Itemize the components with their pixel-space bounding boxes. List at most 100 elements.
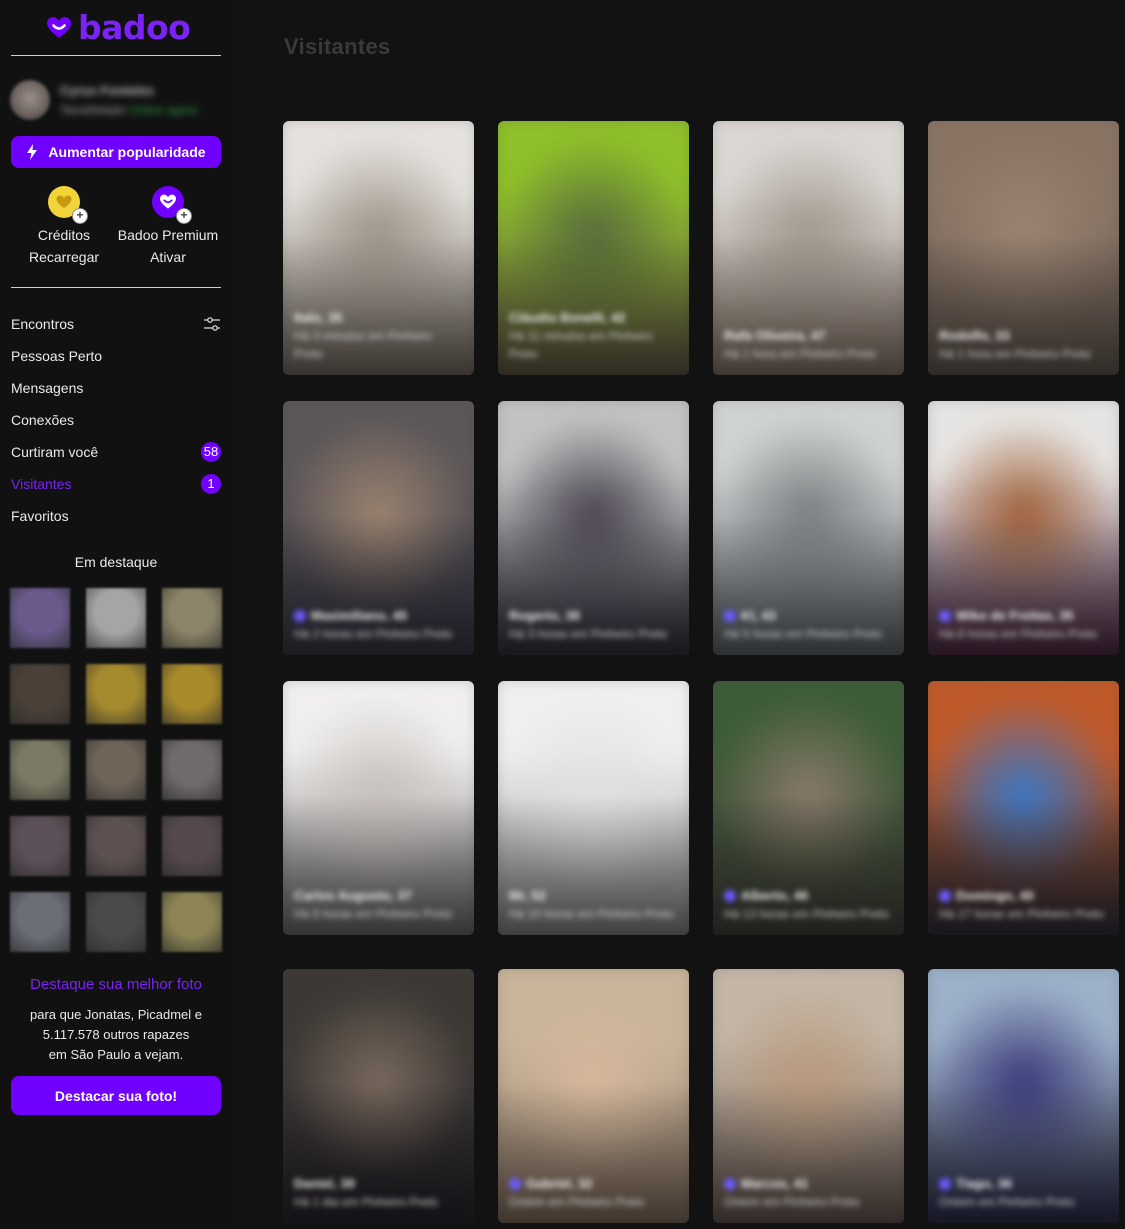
visitor-card[interactable]: Wiko de Freitas, 35 Há 6 horas em Pinheir… (928, 401, 1119, 655)
visitor-info: Wiko de Freitas, 35 Há 6 horas em Pinheir… (939, 608, 1109, 643)
badoo-heart-logo-icon (47, 17, 71, 38)
nav-item-pessoas-perto[interactable]: Pessoas Perto (11, 340, 221, 372)
nav-label: Mensagens (11, 380, 84, 396)
visitor-card[interactable]: Italo, 35 Há 3 minutos em Pinheiro Preto (283, 121, 474, 375)
featured-thumbnail[interactable] (162, 816, 222, 876)
visitor-card[interactable]: Domingo, 40 Há 17 horas em Pinheiro Preto (928, 681, 1119, 935)
visitor-card[interactable]: Rodolfo, 33 Há 1 hora em Pinheiro Preto (928, 121, 1119, 375)
avatar[interactable] (10, 80, 50, 120)
visitor-name-text: Daniel, 39 (294, 1176, 355, 1191)
profile-name: Cyrus Fonteles (60, 83, 154, 98)
visitor-card[interactable]: Maximiliano, 45 Há 2 horas em Pinheiro Pr… (283, 401, 474, 655)
visitor-card[interactable]: Gabriel, 32 Ontem em Pinheiro Preto (498, 969, 689, 1223)
visitor-name-text: Marcos, 41 (741, 1176, 809, 1191)
verified-icon (939, 1177, 951, 1190)
visitor-info: Marcos, 41 Ontem em Pinheiro Preto (724, 1176, 894, 1211)
highlight-photo-link[interactable]: Destaque sua melhor foto (0, 976, 232, 993)
visitor-name: Italo, 35 (294, 310, 464, 325)
verified-icon (724, 889, 736, 902)
premium-action[interactable]: Ativar (113, 246, 223, 268)
badoo-logo[interactable]: badoo (46, 10, 191, 46)
visitors-grid: Italo, 35 Há 3 minutos em Pinheiro Preto C… (283, 121, 1119, 1229)
visitor-card[interactable]: Carlos Augusto, 37 Há 8 horas em Pinheiro… (283, 681, 474, 935)
credits-feature[interactable]: + Créditos Recarregar (9, 186, 119, 268)
visitor-info: Alberto, 46 Há 13 horas em Pinheiro Preto (724, 888, 894, 923)
nav-item-favoritos[interactable]: Favoritos (11, 500, 221, 532)
visitor-info: Tiago, 36 Ontem em Pinheiro Preto (939, 1176, 1109, 1211)
premium-feature[interactable]: + Badoo Premium Ativar (113, 186, 223, 268)
featured-thumbnail[interactable] (10, 816, 70, 876)
visitor-info: Mr, 52 Há 10 horas em Pinheiro Preto (509, 888, 679, 923)
visitor-distance: Há 1 hora em Pinheiro Preto (724, 347, 877, 361)
nav-item-mensagens[interactable]: Mensagens (11, 372, 221, 404)
visitor-card[interactable]: Rafa Oliveira, 47 Há 1 hora em Pinheiro P… (713, 121, 904, 375)
add-icon: + (176, 208, 192, 224)
visitor-info: Italo, 35 Há 3 minutos em Pinheiro Preto (294, 310, 464, 363)
visitor-name-text: Gabriel, 32 (526, 1176, 593, 1191)
visitor-card[interactable]: Alberto, 46 Há 13 horas em Pinheiro Preto (713, 681, 904, 935)
visitor-info: Gabriel, 32 Ontem em Pinheiro Preto (509, 1176, 679, 1211)
visitor-card[interactable]: Tiago, 36 Ontem em Pinheiro Preto (928, 969, 1119, 1223)
verified-icon (939, 609, 951, 622)
featured-thumbnails (10, 588, 222, 952)
visitor-name-text: Cláudio Bonelli, 42 (509, 310, 626, 325)
visitor-distance: Há 17 horas em Pinheiro Preto (939, 907, 1104, 921)
featured-thumbnail[interactable] (10, 740, 70, 800)
verified-icon (939, 889, 951, 902)
visitor-info: Cláudio Bonelli, 42 Há 11 minutos em Pinh… (509, 310, 679, 363)
featured-thumbnail[interactable] (86, 816, 146, 876)
visitor-distance: Há 6 horas em Pinheiro Preto (939, 627, 1098, 641)
filter-sliders-icon[interactable] (203, 315, 221, 333)
featured-thumbnail[interactable] (86, 892, 146, 952)
visitor-distance: Ontem em Pinheiro Preto (724, 1195, 860, 1209)
visitor-name-text: Kl, 43 (741, 608, 776, 623)
visitor-name-text: Rogerio, 38 (509, 608, 580, 623)
visitor-distance: Há 8 horas em Pinheiro Preto (294, 907, 453, 921)
sidebar: badoo Cyrus Fonteles Tamañelado Online a… (0, 0, 232, 1229)
nav-item-visitantes[interactable]: Visitantes 1 (11, 468, 221, 500)
visitor-distance: Há 1 hora em Pinheiro Preto (939, 347, 1092, 361)
visitor-name-text: Wiko de Freitas, 35 (956, 608, 1074, 623)
visitor-distance: Há 3 minutos em Pinheiro Preto (294, 329, 433, 361)
highlight-photo-button[interactable]: Destacar sua foto! (11, 1076, 221, 1115)
visitor-card[interactable]: Rogerio, 38 Há 3 horas em Pinheiro Preto (498, 401, 689, 655)
promo-line: em São Paulo a vejam. (48, 1047, 184, 1062)
visitor-card[interactable]: Daniel, 39 Há 1 dia em Pinheiro Preto (283, 969, 474, 1223)
featured-thumbnail[interactable] (162, 664, 222, 724)
featured-thumbnail[interactable] (10, 588, 70, 648)
visitor-name-text: Tiago, 36 (956, 1176, 1013, 1191)
visitor-distance: Há 1 dia em Pinheiro Preto (294, 1195, 439, 1209)
visitor-card[interactable]: Cláudio Bonelli, 42 Há 11 minutos em Pinh… (498, 121, 689, 375)
nav-item-encontros[interactable]: Encontros (11, 308, 221, 340)
visitor-name: Kl, 43 (724, 608, 894, 623)
visitor-distance: Ontem em Pinheiro Preto (509, 1195, 645, 1209)
boost-popularity-button[interactable]: Aumentar popularidade (11, 136, 221, 168)
featured-thumbnail[interactable] (10, 892, 70, 952)
visitor-card[interactable]: Marcos, 41 Ontem em Pinheiro Preto (713, 969, 904, 1223)
visitor-name: Wiko de Freitas, 35 (939, 608, 1109, 623)
verified-icon (509, 1177, 521, 1190)
main-nav: Encontros Pessoas Perto Mensagens Conexõ… (11, 308, 221, 532)
online-indicator: Online agora (128, 103, 198, 117)
visitor-distance: Há 10 horas em Pinheiro Preto (509, 907, 674, 921)
visitor-name: Mr, 52 (509, 888, 679, 903)
visitor-card[interactable]: Mr, 52 Há 10 horas em Pinheiro Preto (498, 681, 689, 935)
credits-action[interactable]: Recarregar (9, 246, 119, 268)
featured-thumbnail[interactable] (86, 740, 146, 800)
featured-thumbnail[interactable] (86, 588, 146, 648)
featured-thumbnail[interactable] (162, 892, 222, 952)
featured-thumbnail[interactable] (162, 588, 222, 648)
nav-label: Pessoas Perto (11, 348, 103, 364)
visitor-distance: Há 13 horas em Pinheiro Preto (724, 907, 889, 921)
featured-thumbnail[interactable] (10, 664, 70, 724)
visitor-info: Rafa Oliveira, 47 Há 1 hora em Pinheiro P… (724, 328, 894, 363)
visitor-name-text: Carlos Augusto, 37 (294, 888, 412, 903)
add-icon: + (72, 208, 88, 224)
nav-item-curtiram-voce[interactable]: Curtiram você 58 (11, 436, 221, 468)
nav-item-conexoes[interactable]: Conexões (11, 404, 221, 436)
visitor-card[interactable]: Kl, 43 Há 5 horas em Pinheiro Preto (713, 401, 904, 655)
visitor-info: Kl, 43 Há 5 horas em Pinheiro Preto (724, 608, 894, 643)
profile-summary[interactable]: Cyrus Fonteles Tamañelado Online agora (10, 80, 225, 122)
featured-thumbnail[interactable] (86, 664, 146, 724)
featured-thumbnail[interactable] (162, 740, 222, 800)
